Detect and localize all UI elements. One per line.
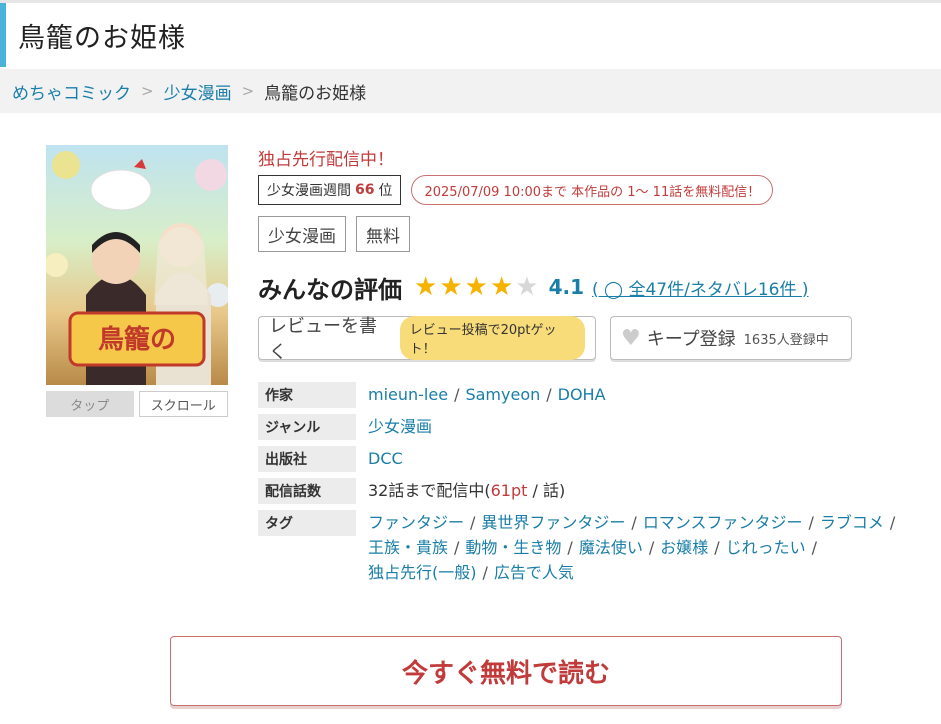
rating-label: みんなの評価 [258, 275, 402, 304]
tag-link[interactable]: 広告で人気 [494, 563, 574, 582]
author-link[interactable]: mieun-lee [368, 385, 448, 404]
write-review-label: レビューを書く [269, 316, 377, 363]
tag-link[interactable]: 魔法使い [579, 538, 643, 557]
rank-badge[interactable]: 少女漫画週間 66 位 [258, 175, 402, 205]
genre-label: ジャンル [258, 414, 356, 440]
breadcrumb-category[interactable]: 少女漫画 [164, 79, 232, 104]
rating-row: みんなの評価 ★ ★ ★ ★ ★ 4.1 ( ◯ 全47件/ネタバレ16件 ) [258, 270, 918, 304]
tags-list: ファンタジー / 異世界ファンタジー / ロマンスファンタジー / ラブコメ / 王族・貴族 /… [368, 513, 896, 582]
tag-link[interactable]: 王族・貴族 [368, 538, 448, 557]
tag-link[interactable]: お嬢様 [660, 538, 708, 557]
rank-number: 66 [355, 182, 375, 198]
review-counts-link[interactable]: ( ◯ 全47件/ネタバレ16件 ) [592, 275, 809, 300]
star-icon: ★ [464, 272, 488, 302]
breadcrumb: めちゃコミック > 少女漫画 > 鳥籠のお姫様 [0, 69, 941, 113]
tag-link[interactable]: ロマンスファンタジー [643, 513, 803, 532]
tag-link[interactable]: 動物・生き物 [465, 538, 561, 557]
author-link[interactable]: Samyeon [465, 385, 540, 404]
author-link[interactable]: DOHA [558, 385, 606, 404]
star-icon: ★ [439, 272, 463, 302]
chevron-right-icon: > [241, 82, 255, 100]
chip-category[interactable]: 少女漫画 [258, 216, 346, 252]
publisher-link[interactable]: DCC [368, 449, 403, 468]
svg-text:鳥籠の: 鳥籠の [98, 324, 176, 355]
exclusive-label: 独占先行配信中！ [258, 150, 394, 170]
cover-controls: タップ スクロール [46, 391, 228, 417]
page-title: 鳥籠のお姫様 [18, 22, 186, 54]
episodes-label: 配信話数 [258, 478, 356, 504]
work-info: 独占先行配信中！ 少女漫画週間 66 位 2025/07/09 10:00まで … [258, 145, 918, 591]
star-empty-icon: ★ [515, 272, 539, 302]
chevron-right-icon: > [141, 82, 154, 100]
tag-link[interactable]: ファンタジー [368, 513, 464, 532]
tag-link[interactable]: じれったい [726, 538, 806, 557]
write-review-button[interactable]: レビューを書く レビュー投稿で20ptゲット！ [258, 316, 596, 363]
tag-link[interactable]: ラブコメ [820, 513, 884, 532]
tag-link[interactable]: 独占先行(一般) [368, 563, 477, 582]
chip-free[interactable]: 無料 [356, 216, 410, 252]
title-bar: 鳥籠のお姫様 [0, 3, 941, 67]
episodes-points: 61pt [490, 481, 528, 500]
genre-link[interactable]: 少女漫画 [368, 417, 432, 436]
episodes-value: 32話まで配信中(61pt / 話) [368, 478, 565, 504]
keep-button[interactable]: ♥ キープ登録 1635人登録中 [610, 316, 852, 360]
tap-button[interactable]: タップ [46, 391, 134, 417]
keep-count: 1635人登録中 [743, 332, 829, 348]
details-table: 作家 mieun-lee / Samyeon / DOHA ジャンル 少女漫画 出版社 … [258, 382, 918, 585]
star-icon: ★ [489, 272, 514, 302]
keep-label: キープ登録 [646, 329, 736, 350]
rank-prefix: 少女漫画週間 [267, 183, 351, 199]
episodes-suffix: / 話) [527, 481, 566, 500]
author-label: 作家 [258, 382, 356, 408]
tag-link[interactable]: 異世界ファンタジー [481, 513, 625, 532]
rating-score: 4.1 [548, 275, 584, 299]
tags-label: タグ [258, 510, 356, 536]
read-free-button[interactable]: 今すぐ無料で読む [170, 636, 842, 706]
star-icon: ★ [414, 272, 438, 302]
review-points-badge: レビュー投稿で20ptゲット！ [399, 316, 585, 360]
heart-icon: ♥ [621, 325, 641, 351]
breadcrumb-home[interactable]: めちゃコミック [12, 79, 131, 104]
cover-image[interactable]: 鳥籠の [46, 145, 228, 385]
rank-suffix: 位 [378, 183, 393, 199]
breadcrumb-current: 鳥籠のお姫様 [264, 83, 367, 104]
publisher-label: 出版社 [258, 446, 356, 472]
star-rating: ★ ★ ★ ★ ★ [414, 274, 539, 300]
free-campaign-note: 2025/07/09 10:00まで 本作品の 1〜 11話を無料配信！ [411, 175, 774, 205]
episodes-prefix: 32話まで配信中( [368, 481, 491, 500]
scroll-button[interactable]: スクロール [138, 391, 228, 417]
